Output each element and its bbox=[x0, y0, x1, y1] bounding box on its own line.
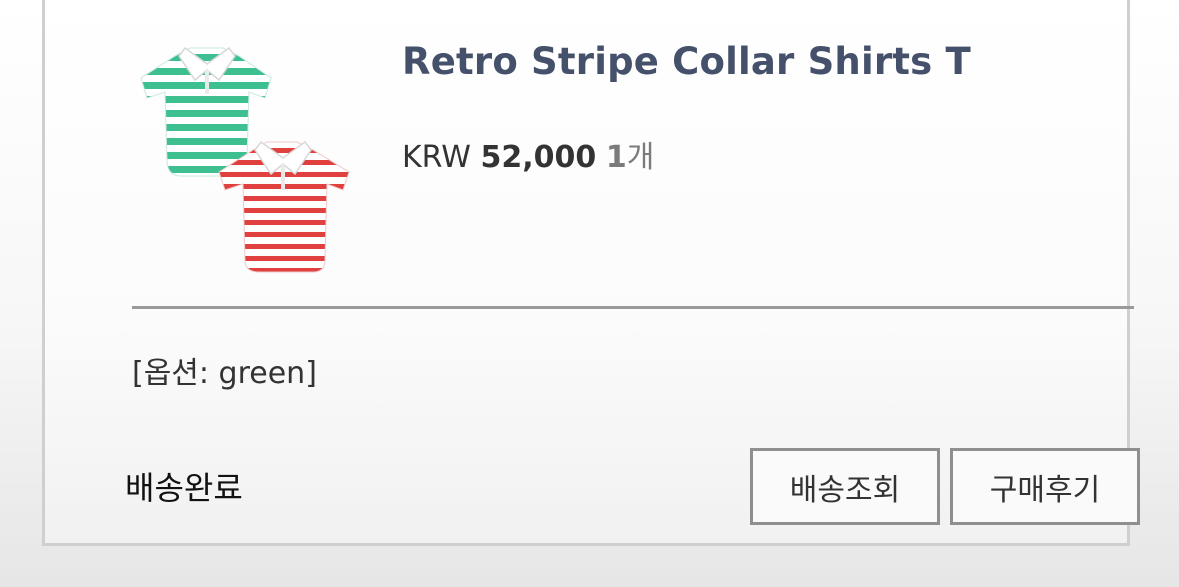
order-status: 배송완료 bbox=[125, 469, 243, 507]
price-amount: 52,000 bbox=[480, 140, 597, 175]
product-name[interactable]: Retro Stripe Collar Shirts T bbox=[402, 40, 971, 83]
price-and-quantity: KRW 52,000 1개 bbox=[402, 132, 654, 176]
red-shirt bbox=[218, 140, 350, 273]
product-thumbnail[interactable] bbox=[135, 40, 355, 276]
price-currency: KRW bbox=[402, 140, 471, 175]
track-delivery-button[interactable]: 배송조회 bbox=[750, 448, 940, 525]
quantity-number: 1 bbox=[605, 140, 627, 175]
quantity-unit: 개 bbox=[626, 140, 655, 175]
write-review-button[interactable]: 구매후기 bbox=[950, 448, 1140, 525]
divider bbox=[132, 306, 1134, 309]
striped-polo-shirts-icon bbox=[140, 46, 350, 273]
product-option: [옵션: green] bbox=[132, 356, 317, 391]
order-item-card: Retro Stripe Collar Shirts T KRW 52,000 … bbox=[42, 0, 1140, 546]
